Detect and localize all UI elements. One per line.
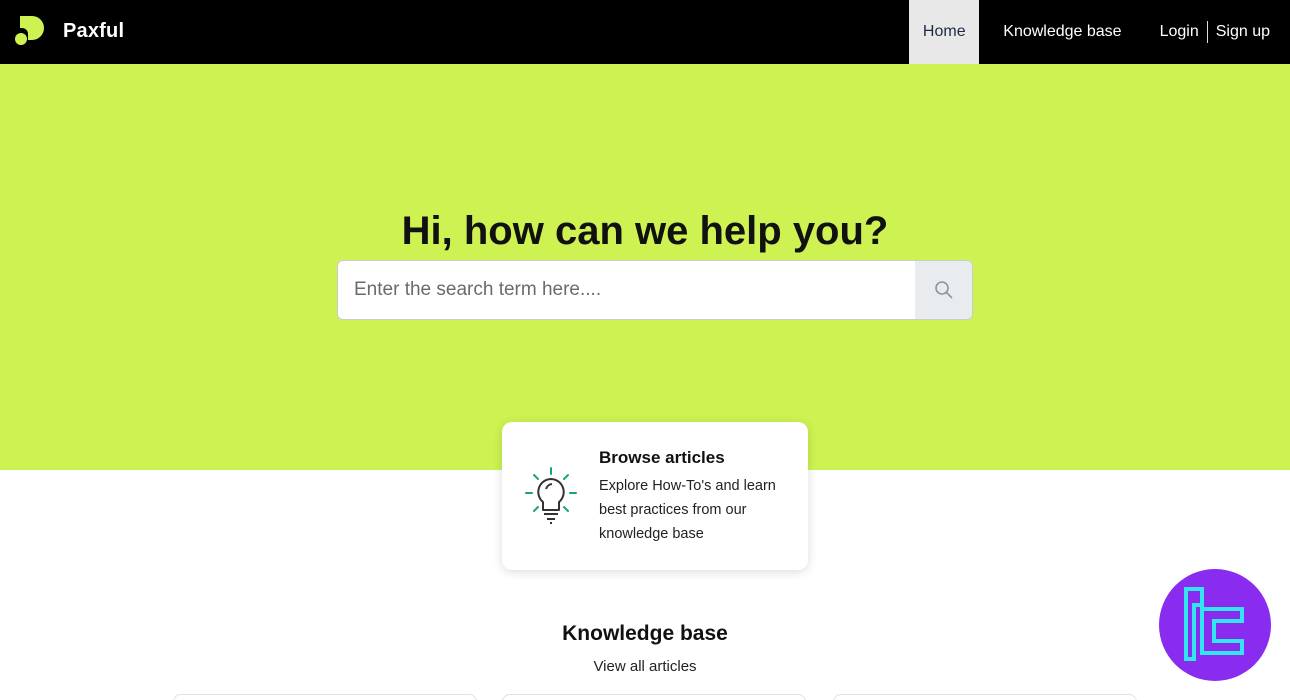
signup-link[interactable]: Sign up <box>1208 0 1290 64</box>
view-all-articles-link[interactable]: View all articles <box>0 658 1290 675</box>
nav-knowledge-base[interactable]: Knowledge base <box>1003 0 1121 64</box>
tc-logo-badge <box>1159 569 1271 681</box>
paxful-logo-icon <box>15 16 44 45</box>
search-input[interactable] <box>338 261 915 319</box>
top-navigation-bar: Paxful Home Knowledge base Login Sign up <box>0 0 1290 64</box>
kb-category-card[interactable] <box>833 694 1137 700</box>
hero-section: Hi, how can we help you? <box>0 64 1290 470</box>
lightbulb-icon <box>525 467 577 524</box>
browse-articles-card[interactable]: Browse articles Explore How-To's and lea… <box>502 422 808 570</box>
brand-name: Paxful <box>63 19 125 42</box>
tc-logo-icon <box>1184 587 1244 661</box>
browse-articles-description: Explore How-To's and learn best practice… <box>599 478 776 542</box>
search-button[interactable] <box>915 261 972 319</box>
brand-home-link[interactable]: Paxful <box>14 14 124 48</box>
login-link[interactable]: Login <box>1160 0 1207 64</box>
kb-category-card[interactable] <box>502 694 806 700</box>
hero-title: Hi, how can we help you? <box>401 209 889 253</box>
search-icon <box>934 281 952 299</box>
kb-category-card[interactable] <box>173 694 477 700</box>
search-form <box>337 260 973 320</box>
knowledge-base-heading: Knowledge base <box>562 622 728 645</box>
nav-home[interactable]: Home <box>909 0 980 64</box>
main-nav: Home Knowledge base Login Sign up <box>909 0 1290 64</box>
browse-articles-title: Browse articles <box>599 448 725 467</box>
